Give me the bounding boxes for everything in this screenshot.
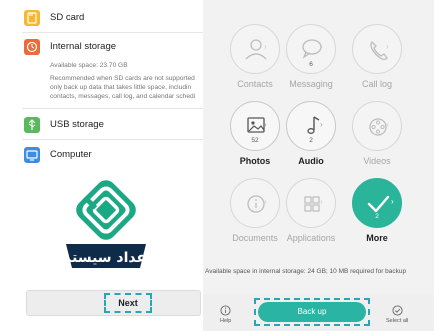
divider — [22, 108, 203, 109]
videos-icon — [369, 118, 387, 136]
applications-tile[interactable] — [286, 178, 336, 228]
contacts-icon — [245, 39, 267, 60]
chevron-right-icon: › — [386, 42, 389, 51]
chevron-right-icon: › — [264, 42, 267, 51]
internal-note-line: contacts, messages, call log, and calend… — [50, 93, 196, 100]
computer-option[interactable]: Computer — [0, 145, 203, 165]
usb-storage-label: USB storage — [50, 119, 104, 130]
usb-icon — [24, 117, 40, 133]
messaging-count: 6 — [309, 61, 313, 68]
internal-note-line: Recommended when SD cards are not suppor… — [50, 75, 195, 82]
internal-storage-option[interactable]: Internal storage — [0, 37, 203, 57]
computer-icon — [24, 147, 40, 163]
more-tile[interactable] — [352, 178, 402, 228]
chevron-right-icon: › — [320, 42, 323, 51]
documents-icon — [247, 195, 265, 213]
audio-count: 2 — [309, 137, 313, 144]
chevron-right-icon: › — [264, 197, 267, 206]
videos-label: Videos — [363, 156, 391, 166]
chevron-right-icon: › — [320, 120, 323, 129]
select-all-label[interactable]: Select all — [386, 318, 408, 324]
sd-card-label: SD card — [50, 12, 85, 23]
usb-storage-option[interactable]: USB storage — [0, 115, 203, 135]
help-icon[interactable] — [220, 303, 231, 316]
available-space-text: Available space in internal storage: 24 … — [205, 268, 407, 275]
internal-storage-icon — [24, 39, 40, 55]
internal-note-line: only back up data that takes little spac… — [50, 84, 192, 91]
call-log-icon — [370, 41, 388, 60]
internal-storage-label: Internal storage — [50, 41, 117, 52]
internal-available-space: Available space: 23.70 GB — [50, 62, 128, 69]
sd-card-option[interactable]: SD card — [0, 8, 203, 28]
call-log-label: Call log — [361, 79, 392, 89]
chevron-right-icon: › — [320, 197, 323, 206]
help-label[interactable]: Help — [220, 318, 231, 324]
call-log-tile[interactable] — [352, 24, 402, 74]
site-logo: اعداد سیستم — [60, 178, 152, 278]
chevron-right-icon: › — [386, 120, 389, 129]
next-button[interactable]: Next — [104, 293, 152, 313]
photos-icon — [247, 117, 265, 133]
computer-label: Computer — [50, 149, 92, 160]
logo-text: اعداد سیستم — [61, 250, 151, 266]
chevron-right-icon: › — [391, 197, 394, 206]
more-label: More — [366, 233, 388, 243]
divider — [22, 139, 203, 140]
backup-data-selection-panel: › Contacts 6 › Messaging › Call log 52 ›… — [203, 0, 434, 331]
divider — [22, 32, 203, 33]
backup-location-panel: SD card Internal storage Available space… — [0, 0, 203, 331]
videos-tile[interactable] — [352, 101, 402, 151]
sd-card-icon — [24, 10, 40, 26]
checkmark-icon — [367, 195, 390, 213]
documents-tile[interactable] — [230, 178, 280, 228]
select-all-icon[interactable] — [392, 303, 403, 316]
more-count: 2 — [375, 213, 379, 220]
applications-icon — [304, 196, 320, 212]
audio-icon — [307, 116, 320, 134]
photos-count: 52 — [251, 137, 259, 144]
backup-button[interactable]: Back up — [258, 302, 366, 322]
chevron-right-icon: › — [264, 120, 267, 129]
contacts-tile[interactable] — [230, 24, 280, 74]
